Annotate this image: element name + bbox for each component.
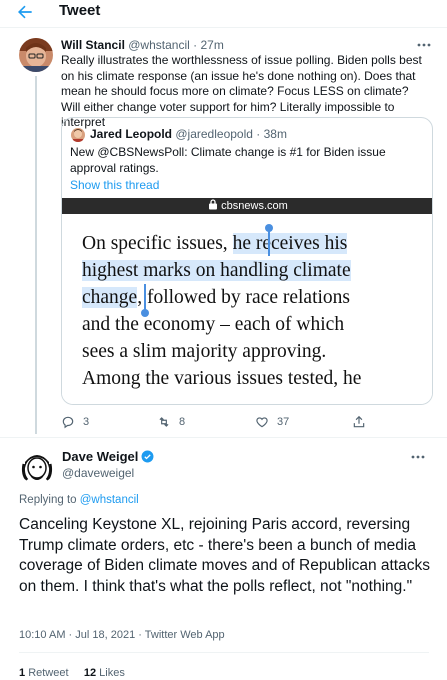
quote-author-name: Jared Leopold: [90, 127, 173, 141]
quote-tweet-card[interactable]: Jared Leopold @jaredleopold · 38m New @C…: [61, 117, 433, 405]
more-dots-icon[interactable]: [417, 43, 431, 47]
quote-author-handle: @jaredleopold: [175, 127, 253, 141]
tweet-text: Canceling Keystone XL, rejoining Paris a…: [19, 516, 430, 595]
avatar[interactable]: [19, 38, 53, 72]
avatar[interactable]: [19, 448, 55, 484]
verified-badge-icon: [141, 450, 154, 463]
article-line: Among the various issues tested, he: [82, 368, 362, 389]
engagement-stats: 1 Retweet 12 Likes: [19, 667, 125, 679]
share-action[interactable]: [352, 415, 374, 429]
quote-avatar: [71, 128, 85, 142]
reply-count: 3: [83, 416, 90, 428]
author-name[interactable]: Will Stancil: [61, 38, 125, 52]
replying-to-link[interactable]: @whstancil: [80, 494, 139, 506]
quote-time: 38m: [263, 127, 287, 141]
quote-text: New @CBSNewsPoll: Climate change is #1 f…: [70, 145, 386, 175]
author-handle[interactable]: @daveweigel: [62, 466, 134, 480]
arrow-left-icon[interactable]: [14, 2, 36, 22]
url-label: cbsnews.com: [221, 200, 288, 212]
article-line: highest marks on handling climate: [82, 257, 422, 284]
divider: [0, 27, 447, 28]
author-name[interactable]: Dave Weigel: [62, 449, 154, 464]
show-thread-link[interactable]: Show this thread: [70, 178, 159, 192]
divider: [19, 652, 429, 653]
separator: ·: [252, 127, 264, 141]
tweet-timestamp[interactable]: 10:10 AM · Jul 18, 2021 · Twitter Web Ap…: [19, 629, 225, 641]
likes-stat[interactable]: 12 Likes: [84, 667, 125, 679]
article-line: and the economy – each of which: [82, 314, 345, 335]
tweet-time[interactable]: 27m: [200, 38, 223, 52]
quote-image[interactable]: cbsnews.com On specific issues, he recei…: [62, 198, 432, 404]
like-action[interactable]: 37: [255, 415, 289, 429]
thread-connector: [35, 76, 37, 434]
browser-url-bar: cbsnews.com: [62, 198, 432, 214]
text-selection: highest marks on handling climate: [82, 260, 351, 281]
divider: [0, 437, 447, 438]
retweet-icon: [159, 417, 169, 427]
heart-icon: [256, 417, 268, 428]
text-selection: change: [82, 287, 138, 308]
like-count: 37: [277, 416, 290, 428]
article-line: change, followed by race relations: [82, 287, 351, 308]
selection-end-bar: [144, 284, 146, 310]
more-dots-icon[interactable]: [411, 455, 425, 459]
lock-icon: [209, 199, 218, 210]
selection-end-handle[interactable]: [141, 309, 149, 317]
retweet-count: 8: [179, 416, 186, 428]
retweets-stat[interactable]: 1 Retweet: [19, 667, 69, 679]
share-icon: [353, 415, 365, 428]
text-selection: he receives his: [232, 233, 348, 254]
reply-action[interactable]: 3: [61, 415, 89, 429]
retweet-action[interactable]: 8: [157, 415, 185, 429]
article-excerpt: On specific issues, he receives his high…: [82, 230, 422, 392]
article-line: sees a slim majority approving.: [82, 341, 327, 362]
tweet-header: Will Stancil @whstancil · 27m: [61, 38, 224, 52]
selection-start-bar: [268, 230, 270, 256]
replying-to: Replying to @whstancil: [19, 494, 139, 506]
article-line: On specific issues, he receives his: [82, 233, 348, 254]
author-handle[interactable]: @whstancil: [128, 38, 190, 52]
separator: ·: [189, 38, 201, 52]
quote-header: Jared Leopold @jaredleopold · 38m: [90, 127, 287, 141]
reply-icon: [62, 416, 74, 429]
top-bar: Tweet: [0, 0, 447, 26]
page-title: Tweet: [59, 2, 101, 19]
